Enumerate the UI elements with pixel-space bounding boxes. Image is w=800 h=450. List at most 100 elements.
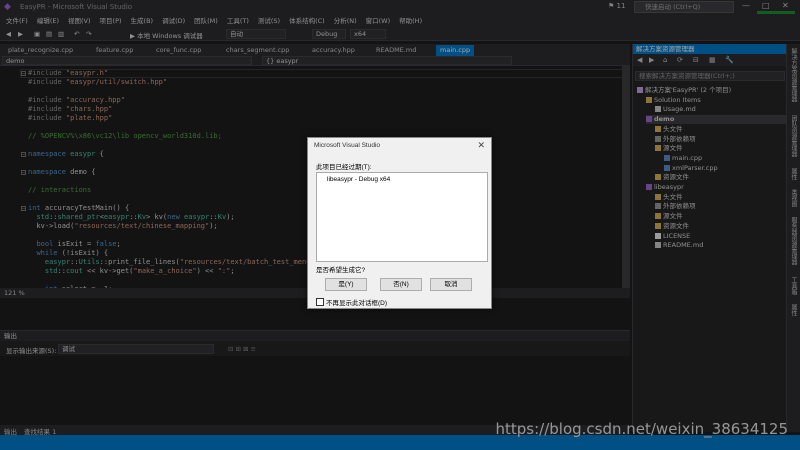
list-item[interactable]: libeasypr - Debug x64 (327, 176, 390, 183)
tree-node[interactable]: Solution Items (646, 96, 786, 105)
document-tab[interactable]: chars_segment.cpp (222, 45, 293, 56)
code-line: kv->load("resources/text/chinese_mapping… (28, 222, 218, 230)
namespace-scope-select[interactable]: {} easypr (262, 56, 512, 65)
tree-node[interactable]: main.cpp (664, 154, 786, 163)
menu-item[interactable]: 工具(T) (227, 14, 249, 28)
new-item-icon[interactable]: ▣ (34, 30, 40, 38)
document-tab[interactable]: core_func.cpp (152, 45, 205, 56)
fold-toggle-icon[interactable]: − (21, 170, 26, 176)
maximize-icon[interactable]: □ (762, 1, 770, 10)
output-text-area[interactable] (0, 356, 630, 426)
solution-explorer-toolbar: ◀ ▶ ⌂ ⟳ ⊟ ▦ 🔧 (633, 54, 787, 66)
menu-item[interactable]: 帮助(H) (399, 14, 422, 28)
tree-node[interactable]: 资源文件 (655, 173, 786, 182)
tree-node-icon (655, 145, 661, 152)
project-scope-select[interactable]: demo (2, 56, 252, 65)
collapse-all-icon[interactable]: ⊟ (693, 56, 699, 64)
no-button[interactable]: 否(N) (380, 278, 422, 291)
outdated-projects-list[interactable]: libeasypr - Debug x64 (316, 172, 488, 262)
menu-item[interactable]: 调试(D) (162, 14, 185, 28)
menu-item[interactable]: 文件(F) (6, 14, 28, 28)
properties-icon[interactable]: 🔧 (725, 56, 734, 64)
configuration-select[interactable]: Debug (312, 29, 346, 39)
tree-node[interactable]: README.md (655, 241, 786, 250)
side-tool-tab[interactable]: 服务器资源管理器 (789, 217, 798, 265)
fold-toggle-icon[interactable]: − (21, 152, 26, 158)
undo-icon[interactable]: ↶ (74, 30, 79, 38)
tree-node[interactable]: demo (646, 115, 786, 125)
tree-node[interactable]: xmlParser.cpp (664, 164, 786, 173)
menu-item[interactable]: 窗口(W) (366, 14, 391, 28)
checkbox-icon[interactable] (316, 298, 324, 306)
tree-node[interactable]: 头文件 (655, 125, 786, 134)
show-all-files-icon[interactable]: ▦ (709, 56, 716, 64)
side-tool-tab[interactable]: 解决方案资源管理器 (789, 48, 798, 102)
cancel-button[interactable]: 取消 (430, 278, 472, 291)
save-icon[interactable]: ▥ (58, 30, 64, 38)
tree-node[interactable]: 解决方案'EasyPR' (2 个项目) (637, 86, 786, 95)
code-line: #include "plate.hpp" (28, 114, 113, 122)
close-icon[interactable]: ✕ (782, 1, 789, 10)
toolbar: ◀ ▶ ▣ ▤ ▥ ↶ ↷ ▶ 本地 Windows 调试器 自动 Debug … (0, 28, 800, 41)
notification-flag-icon[interactable]: ⚑ 11 (608, 2, 625, 10)
tree-node[interactable]: 源文件 (655, 212, 786, 221)
dialog-close-icon[interactable]: ✕ (477, 140, 485, 151)
tree-node[interactable]: LICENSE (655, 232, 786, 241)
fold-toggle-icon[interactable]: − (21, 206, 26, 212)
solution-search-input[interactable]: 搜索解决方案资源管理器(Ctrl+;) (635, 71, 785, 81)
forward-icon[interactable]: ▶ (649, 56, 654, 64)
menu-item[interactable]: 生成(B) (131, 14, 154, 28)
yes-button[interactable]: 是(Y) (325, 278, 367, 291)
menu-item[interactable]: 视图(V) (68, 14, 91, 28)
forward-icon[interactable]: ▶ (18, 30, 23, 38)
back-icon[interactable]: ◀ (6, 30, 11, 38)
tree-node[interactable]: 头文件 (655, 193, 786, 202)
tree-node[interactable]: Usage.md (655, 105, 786, 114)
tree-node-label: main.cpp (672, 153, 703, 162)
side-tool-tab[interactable]: 属性 (789, 168, 798, 180)
minimize-icon[interactable]: — (742, 1, 750, 10)
tree-node[interactable]: 源文件 (655, 144, 786, 153)
menu-item[interactable]: 体系结构(C) (289, 14, 325, 28)
tree-node[interactable]: 资源文件 (655, 222, 786, 231)
tree-node[interactable]: libeasypr (646, 183, 786, 192)
back-icon[interactable]: ◀ (637, 56, 642, 64)
open-icon[interactable]: ▤ (46, 30, 52, 38)
zoom-level[interactable]: 121 % (4, 289, 25, 297)
document-tab[interactable]: accuracy.hpp (308, 45, 359, 56)
solution-explorer: 解决方案资源管理器 ◀ ▶ ⌂ ⟳ ⊟ ▦ 🔧 搜索解决方案资源管理器(Ctrl… (632, 44, 787, 432)
side-tool-tab[interactable]: 工具箱 (789, 277, 798, 295)
tree-node-label: LICENSE (663, 231, 691, 240)
menu-item[interactable]: 测试(S) (258, 14, 280, 28)
side-tool-tab[interactable]: 团队资源管理器 (789, 115, 798, 157)
tree-node-icon (655, 222, 661, 229)
quick-launch-input[interactable]: 快速启动 (Ctrl+Q) (634, 1, 734, 13)
code-line: #include "accuracy.hpp" (28, 96, 125, 104)
document-tab[interactable]: README.md (372, 45, 420, 56)
home-icon[interactable]: ⌂ (663, 56, 667, 64)
tree-node[interactable]: 外部依赖项 (655, 202, 786, 211)
tree-node-icon (655, 193, 661, 200)
document-tab[interactable]: feature.cpp (92, 45, 137, 56)
tree-node[interactable]: 外部依赖项 (655, 135, 786, 144)
tree-node-icon (655, 135, 661, 142)
side-tool-tab[interactable]: 类视图 (789, 189, 798, 207)
document-tab[interactable]: main.cpp (436, 45, 475, 56)
visual-studio-logo-icon: ◆ (4, 2, 11, 12)
menu-item[interactable]: 项目(P) (100, 14, 122, 28)
menu-item[interactable]: 分析(N) (334, 14, 357, 28)
dont-show-again-checkbox[interactable]: 不再显示此对话框(D) (316, 297, 387, 307)
side-tool-tab[interactable]: 属性 (789, 304, 798, 316)
sync-icon[interactable]: ⟳ (677, 56, 683, 64)
output-source-select[interactable]: 调试 (58, 344, 214, 354)
menu-item[interactable]: 团队(M) (194, 14, 218, 28)
start-debug-button[interactable]: ▶ 本地 Windows 调试器 (130, 30, 203, 40)
platform-select[interactable]: x64 (350, 29, 386, 39)
redo-icon[interactable]: ↷ (86, 30, 91, 38)
output-toolbar-icons[interactable]: ⊟ ⊞ ⊠ ≡ (228, 345, 256, 353)
menu-item[interactable]: 编辑(E) (37, 14, 59, 28)
build-question: 是否希望生成它? (316, 267, 366, 274)
run-mode-select[interactable]: 自动 (226, 29, 286, 39)
editor-vertical-scrollbar[interactable] (622, 66, 630, 288)
document-tab[interactable]: plate_recognize.cpp (4, 45, 77, 56)
